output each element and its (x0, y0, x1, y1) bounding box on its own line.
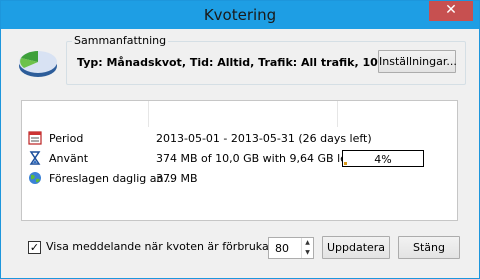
list-row-daily[interactable]: Föreslagen daglig an... 379 MB (22, 169, 457, 189)
column-separator (337, 101, 338, 127)
spinner-up-icon[interactable]: ▲ (302, 238, 313, 248)
usage-progress-bar: 4% (342, 150, 424, 167)
row-value: 379 MB (156, 172, 198, 185)
title-bar[interactable]: Kvotering ✕ (1, 1, 479, 29)
window-title: Kvotering (203, 6, 277, 24)
notify-checkbox[interactable]: ✓ (28, 241, 41, 254)
quota-window: Kvotering ✕ Sammanfattning Typ: Månadskv… (0, 0, 480, 279)
spinner-value[interactable]: 80 (275, 242, 289, 255)
list-row-used[interactable]: Använt 374 MB of 10,0 GB with 9,64 GB le… (22, 149, 457, 169)
row-label: Använt (49, 152, 89, 165)
summary-group: Sammanfattning Typ: Månadskvot, Tid: All… (66, 34, 466, 85)
update-button[interactable]: Uppdatera (322, 236, 390, 259)
row-value: 374 MB of 10,0 GB with 9,64 GB left (156, 152, 355, 165)
hourglass-icon (29, 151, 41, 165)
column-separator (148, 101, 149, 127)
row-value: 2013-05-01 - 2013-05-31 (26 days left) (156, 132, 372, 145)
dialog-content: Sammanfattning Typ: Månadskvot, Tid: All… (8, 29, 472, 273)
quota-list: Period 2013-05-01 - 2013-05-31 (26 days … (21, 100, 458, 221)
spinner-buttons: ▲ ▼ (301, 238, 313, 258)
globe-icon (29, 172, 41, 184)
close-button[interactable]: Stäng (398, 236, 460, 259)
summary-text: Typ: Månadskvot, Tid: Alltid, Trafik: Al… (77, 56, 400, 69)
pie-chart-icon (19, 51, 57, 77)
progress-text: 4% (374, 153, 392, 166)
settings-button[interactable]: Inställningar... (378, 50, 457, 73)
list-row-period[interactable]: Period 2013-05-01 - 2013-05-31 (26 days … (22, 129, 457, 149)
calendar-icon (28, 131, 42, 145)
window-close-button[interactable]: ✕ (429, 1, 473, 21)
notify-percent-spinner[interactable]: 80 ▲ ▼ (268, 237, 314, 259)
row-label: Period (49, 132, 84, 145)
spinner-down-icon[interactable]: ▼ (302, 248, 313, 258)
summary-legend: Sammanfattning (72, 34, 169, 47)
